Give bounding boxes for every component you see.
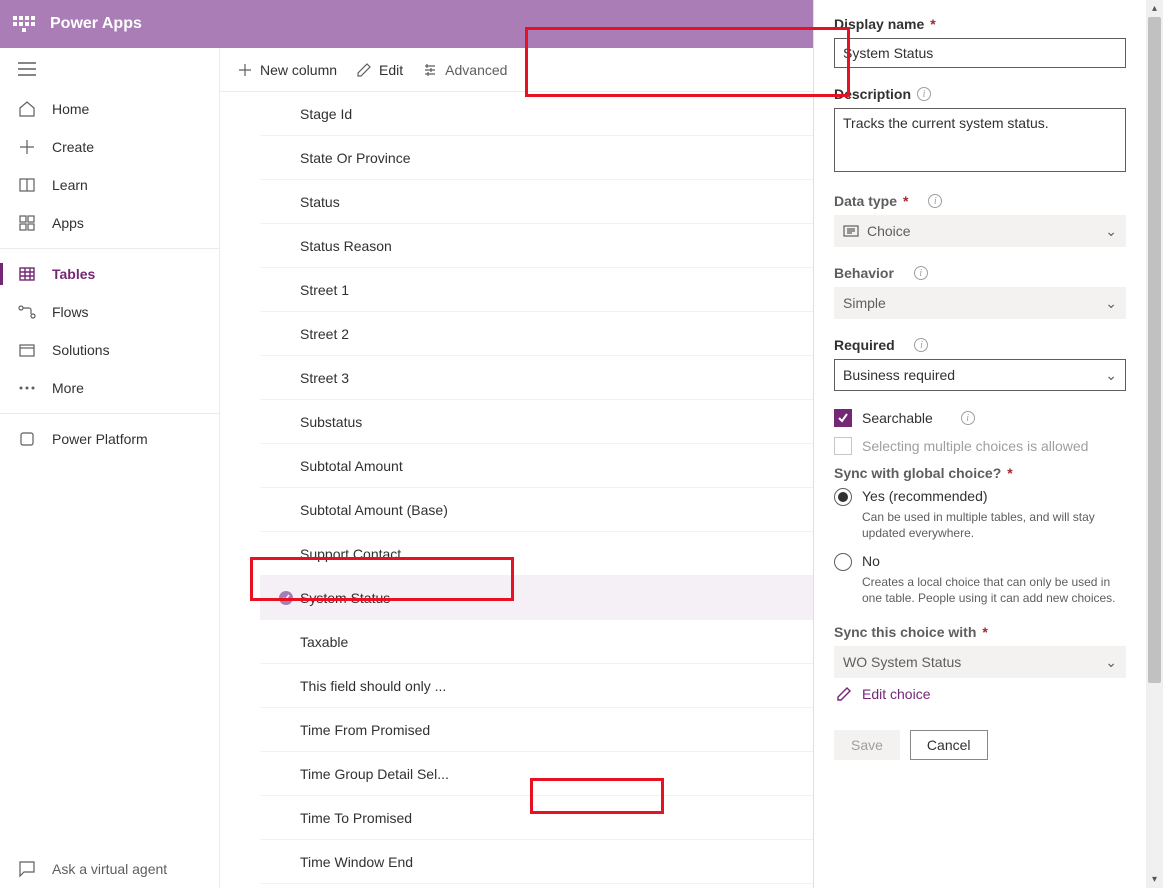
searchable-checkbox[interactable]: Searchable i	[834, 409, 1126, 427]
info-icon[interactable]: i	[914, 266, 928, 280]
advanced-button[interactable]: Advanced	[423, 62, 507, 78]
data-type-value: Choice	[867, 223, 911, 239]
sync-with-select: WO System Status ⌄	[834, 646, 1126, 678]
sync-with-value: WO System Status	[843, 654, 961, 670]
cmd-label: Advanced	[445, 62, 507, 78]
edit-choice-button[interactable]: Edit choice	[834, 680, 1126, 708]
nav-label: Tables	[52, 266, 95, 282]
choice-icon	[843, 225, 859, 237]
behavior-select: Simple ⌄	[834, 287, 1126, 319]
nav-label: Learn	[52, 177, 88, 193]
pencil-icon	[836, 686, 852, 702]
new-column-button[interactable]: New column	[238, 62, 337, 78]
nav-label: Home	[52, 101, 89, 117]
description-label: Description i	[834, 86, 1126, 102]
scroll-thumb[interactable]	[1148, 17, 1161, 683]
cmd-label: Edit	[379, 62, 403, 78]
nav-item-power-platform[interactable]: Power Platform	[0, 420, 219, 458]
nav-item-create[interactable]: Create	[0, 128, 219, 166]
display-name-label: Display name *	[834, 16, 1126, 32]
sync-yes-radio[interactable]: Yes (recommended) Can be used in multipl…	[834, 487, 1126, 542]
nav-label: Power Platform	[52, 431, 148, 447]
sync-global-label: Sync with global choice? *	[834, 465, 1126, 481]
cancel-button[interactable]: Cancel	[910, 730, 988, 760]
scroll-down-arrow[interactable]: ▾	[1146, 871, 1163, 888]
app-launcher-icon[interactable]	[12, 12, 36, 36]
check-circle-icon	[278, 590, 294, 606]
chevron-down-icon: ⌄	[1105, 295, 1117, 312]
info-icon[interactable]: i	[917, 87, 931, 101]
nav-label: Apps	[52, 215, 84, 231]
data-type-select: Choice ⌄	[834, 215, 1126, 247]
chevron-down-icon: ⌄	[1105, 654, 1117, 671]
sync-no-radio[interactable]: No Creates a local choice that can only …	[834, 552, 1126, 607]
nav-label: More	[52, 380, 84, 396]
window-scrollbar[interactable]: ▴ ▾	[1146, 0, 1163, 888]
display-name-input[interactable]	[834, 38, 1126, 68]
required-value: Business required	[843, 367, 955, 383]
left-nav: Home Create Learn Apps Tables Flows	[0, 48, 220, 888]
column-properties-panel: Display name * Description i Data type *…	[813, 0, 1146, 888]
searchable-label: Searchable	[862, 410, 933, 426]
nav-item-flows[interactable]: Flows	[0, 293, 219, 331]
sync-yes-label: Yes (recommended)	[862, 487, 1126, 505]
sync-yes-desc: Can be used in multiple tables, and will…	[862, 509, 1126, 541]
cmd-label: New column	[260, 62, 337, 78]
nav-label: Create	[52, 139, 94, 155]
apps-icon	[18, 214, 36, 232]
nav-item-tables[interactable]: Tables	[0, 255, 219, 293]
app-title: Power Apps	[50, 15, 142, 33]
info-icon[interactable]: i	[928, 194, 942, 208]
ask-virtual-agent[interactable]: Ask a virtual agent	[0, 850, 219, 888]
info-icon[interactable]: i	[914, 338, 928, 352]
save-button: Save	[834, 730, 900, 760]
multi-choice-checkbox: Selecting multiple choices is allowed	[834, 437, 1126, 455]
home-icon	[18, 100, 36, 118]
solutions-icon	[18, 341, 36, 359]
chevron-down-icon: ⌄	[1105, 223, 1117, 240]
nav-item-more[interactable]: More	[0, 369, 219, 407]
nav-label: Flows	[52, 304, 89, 320]
platform-icon	[18, 430, 36, 448]
sync-with-label: Sync this choice with *	[834, 624, 1126, 640]
chevron-down-icon: ⌄	[1105, 367, 1117, 384]
tables-icon	[18, 265, 36, 283]
behavior-label: Behavior i	[834, 265, 1126, 281]
edit-choice-label: Edit choice	[862, 686, 930, 702]
nav-collapse-button[interactable]	[0, 48, 219, 90]
plus-icon	[18, 138, 36, 156]
sync-no-desc: Creates a local choice that can only be …	[862, 574, 1126, 606]
scroll-up-arrow[interactable]: ▴	[1146, 0, 1163, 17]
ask-label: Ask a virtual agent	[52, 861, 167, 877]
sync-no-label: No	[862, 552, 1126, 570]
description-input[interactable]	[834, 108, 1126, 172]
chat-icon	[18, 860, 36, 878]
nav-label: Solutions	[52, 342, 110, 358]
book-icon	[18, 176, 36, 194]
required-select[interactable]: Business required ⌄	[834, 359, 1126, 391]
data-type-label: Data type * i	[834, 193, 1126, 209]
edit-button[interactable]: Edit	[357, 62, 403, 78]
nav-item-home[interactable]: Home	[0, 90, 219, 128]
nav-item-apps[interactable]: Apps	[0, 204, 219, 242]
info-icon[interactable]: i	[961, 411, 975, 425]
multi-choice-label: Selecting multiple choices is allowed	[862, 438, 1088, 454]
more-icon	[18, 379, 36, 397]
flows-icon	[18, 303, 36, 321]
nav-item-learn[interactable]: Learn	[0, 166, 219, 204]
required-label: Required i	[834, 337, 1126, 353]
behavior-value: Simple	[843, 295, 886, 311]
nav-item-solutions[interactable]: Solutions	[0, 331, 219, 369]
